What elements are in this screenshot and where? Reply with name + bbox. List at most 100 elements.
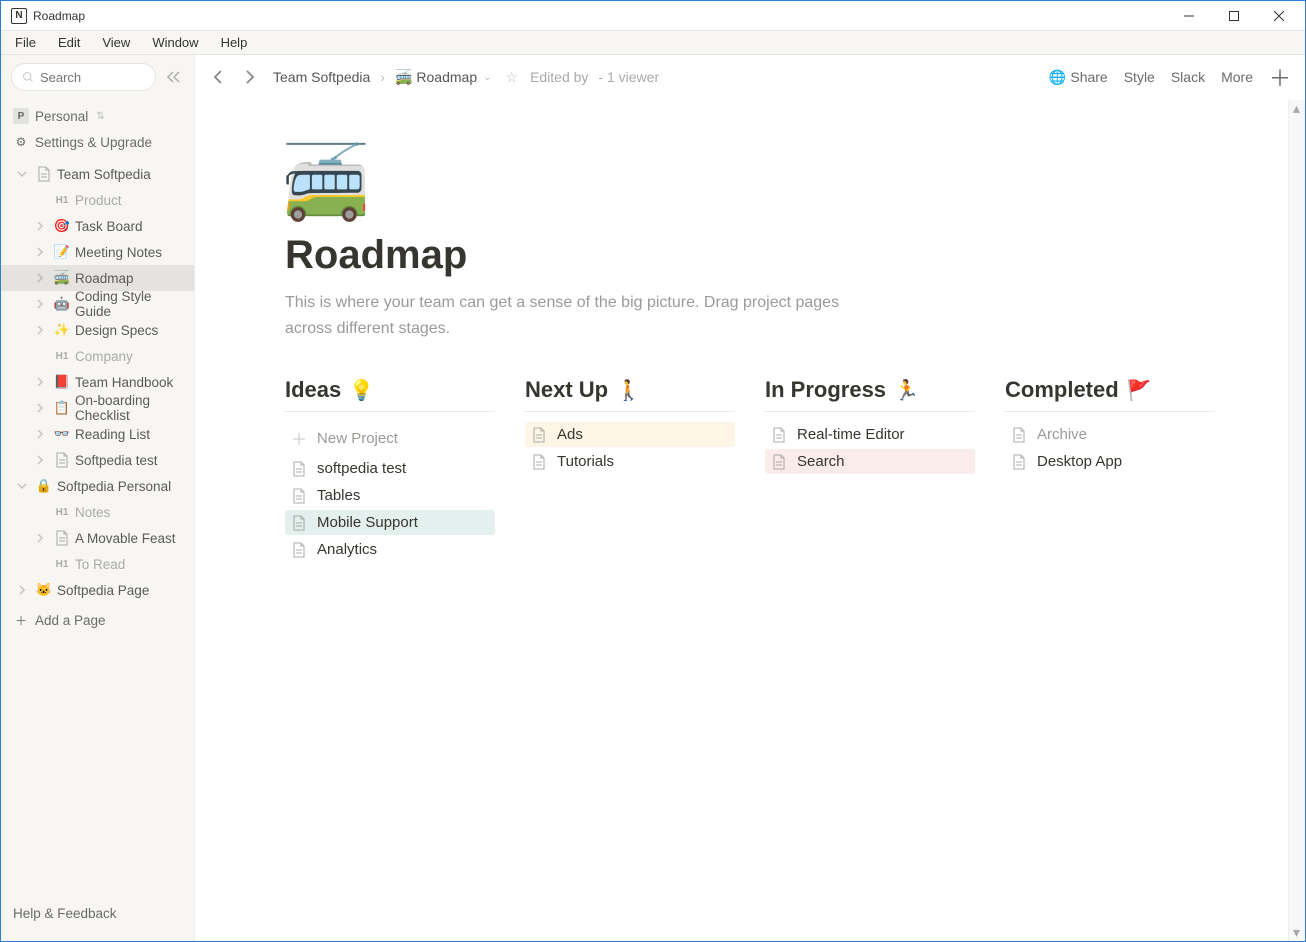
board-card[interactable]: Mobile Support xyxy=(285,510,495,535)
caret-right-icon[interactable] xyxy=(31,299,49,309)
tree-item-label: Coding Style Guide xyxy=(75,289,186,319)
sidebar-collapse-button[interactable] xyxy=(162,66,184,88)
column-header[interactable]: Ideas 💡 xyxy=(285,377,495,412)
board-card[interactable]: Real-time Editor xyxy=(765,422,975,447)
tree-item-icon: H1 xyxy=(53,503,71,521)
tree-item-a-movable-feast[interactable]: A Movable Feast xyxy=(1,525,194,551)
new-button[interactable]: ＋ xyxy=(1269,61,1291,93)
column-emoji-icon: 🚩 xyxy=(1127,378,1152,403)
tree-item-label: A Movable Feast xyxy=(75,531,176,546)
new-project-button[interactable]: ＋New Project xyxy=(285,422,495,454)
card-label: Search xyxy=(797,453,845,470)
tree-item-icon xyxy=(35,165,53,183)
caret-right-icon[interactable] xyxy=(31,403,49,413)
caret-right-icon[interactable] xyxy=(31,325,49,335)
board: Ideas 💡 ＋New Projectsoftpedia testTables M… xyxy=(285,377,1215,564)
caret-right-icon[interactable] xyxy=(31,429,49,439)
caret-right-icon[interactable] xyxy=(13,585,31,595)
card-label: Ads xyxy=(557,426,583,443)
chevron-down-icon: ⌄ xyxy=(483,72,491,83)
tree-item-team-softpedia[interactable]: Team Softpedia xyxy=(1,161,194,187)
slack-button[interactable]: Slack xyxy=(1171,69,1205,85)
tree-item-softpedia-page[interactable]: 🐱Softpedia Page xyxy=(1,577,194,603)
tree-item-softpedia-personal[interactable]: 🔒Softpedia Personal xyxy=(1,473,194,499)
tree-item-coding-style-guide[interactable]: 🤖Coding Style Guide xyxy=(1,291,194,317)
board-column-completed: Completed 🚩 ArchiveDesktop App xyxy=(1005,377,1215,564)
close-button[interactable] xyxy=(1256,1,1301,31)
tree-item-icon: 📋 xyxy=(53,399,71,417)
caret-right-icon[interactable] xyxy=(31,221,49,231)
page-title[interactable]: Roadmap xyxy=(285,233,1215,278)
column-emoji-icon: 🏃 xyxy=(894,378,919,403)
more-button[interactable]: More xyxy=(1221,69,1253,85)
tree-item-team-handbook[interactable]: 📕Team Handbook xyxy=(1,369,194,395)
breadcrumb-seg-0[interactable]: Team Softpedia xyxy=(269,67,374,87)
scrollbar[interactable]: ▴ ▾ xyxy=(1288,100,1305,941)
search-input[interactable] xyxy=(40,70,145,85)
page-content: 🚎 Roadmap This is where your team can ge… xyxy=(195,100,1305,604)
tree-item-icon: H1 xyxy=(53,347,71,365)
menu-window[interactable]: Window xyxy=(142,33,208,52)
column-header[interactable]: Next Up 🚶 xyxy=(525,377,735,412)
tree-item-notes[interactable]: H1Notes xyxy=(1,499,194,525)
column-header[interactable]: In Progress 🏃 xyxy=(765,377,975,412)
tree-item-product[interactable]: H1Product xyxy=(1,187,194,213)
caret-right-icon[interactable] xyxy=(31,273,49,283)
menu-edit[interactable]: Edit xyxy=(48,33,90,52)
tree-item-label: Product xyxy=(75,193,122,208)
board-card[interactable]: Analytics xyxy=(285,537,495,562)
share-button[interactable]: 🌐Share xyxy=(1049,69,1108,86)
caret-right-icon[interactable] xyxy=(31,247,49,257)
board-card[interactable]: Ads xyxy=(525,422,735,447)
globe-icon: 🌐 xyxy=(1049,69,1066,86)
board-card[interactable]: Tables xyxy=(285,483,495,508)
gear-icon: ⚙ xyxy=(13,134,29,150)
menu-help[interactable]: Help xyxy=(211,33,258,52)
page-icon[interactable]: 🚎 xyxy=(281,140,371,225)
caret-right-icon[interactable] xyxy=(31,377,49,387)
tree-item-meeting-notes[interactable]: 📝Meeting Notes xyxy=(1,239,194,265)
help-feedback[interactable]: Help & Feedback xyxy=(13,902,182,925)
board-card[interactable]: Archive xyxy=(1005,422,1215,447)
board-card[interactable]: Search xyxy=(765,449,975,474)
caret-down-icon[interactable] xyxy=(13,481,31,491)
menu-view[interactable]: View xyxy=(92,33,140,52)
tree-item-on-boarding-checklist[interactable]: 📋On-boarding Checklist xyxy=(1,395,194,421)
workspace-switcher[interactable]: P Personal ⇅ xyxy=(1,103,194,129)
board-card[interactable]: Tutorials xyxy=(525,449,735,474)
minimize-button[interactable] xyxy=(1166,1,1211,31)
board-card[interactable]: softpedia test xyxy=(285,456,495,481)
board-card[interactable]: Desktop App xyxy=(1005,449,1215,474)
nav-back-button[interactable] xyxy=(209,67,229,87)
scroll-up-icon[interactable]: ▴ xyxy=(1288,100,1305,117)
tree-item-design-specs[interactable]: ✨Design Specs xyxy=(1,317,194,343)
column-emoji-icon: 💡 xyxy=(349,378,374,403)
style-button[interactable]: Style xyxy=(1124,69,1155,85)
sidebar-tree: Team SoftpediaH1Product🎯Task Board📝Meeti… xyxy=(1,161,194,603)
menu-file[interactable]: File xyxy=(5,33,46,52)
settings-upgrade[interactable]: ⚙ Settings & Upgrade xyxy=(1,129,194,155)
caret-right-icon[interactable] xyxy=(31,533,49,543)
tree-item-icon: ✨ xyxy=(53,321,71,339)
breadcrumb-seg-1[interactable]: 🚎Roadmap⌄ xyxy=(391,67,496,88)
tree-item-icon: 🤖 xyxy=(53,295,71,313)
tree-item-roadmap[interactable]: 🚎Roadmap xyxy=(1,265,194,291)
nav-forward-button[interactable] xyxy=(239,67,259,87)
tree-item-task-board[interactable]: 🎯Task Board xyxy=(1,213,194,239)
column-header[interactable]: Completed 🚩 xyxy=(1005,377,1215,412)
tree-item-label: Reading List xyxy=(75,427,150,442)
maximize-button[interactable] xyxy=(1211,1,1256,31)
page-description[interactable]: This is where your team can get a sense … xyxy=(285,290,845,341)
search-box[interactable] xyxy=(11,63,156,91)
caret-right-icon[interactable] xyxy=(31,455,49,465)
tree-item-reading-list[interactable]: 👓Reading List xyxy=(1,421,194,447)
column-emoji-icon: 🚶 xyxy=(616,378,641,403)
tree-item-to-read[interactable]: H1To Read xyxy=(1,551,194,577)
card-label: Mobile Support xyxy=(317,514,418,531)
tree-item-company[interactable]: H1Company xyxy=(1,343,194,369)
star-icon[interactable]: ☆ xyxy=(506,69,519,86)
caret-down-icon[interactable] xyxy=(13,169,31,179)
scroll-down-icon[interactable]: ▾ xyxy=(1288,924,1305,941)
tree-item-softpedia-test[interactable]: Softpedia test xyxy=(1,447,194,473)
add-page[interactable]: ＋ Add a Page xyxy=(1,607,194,633)
